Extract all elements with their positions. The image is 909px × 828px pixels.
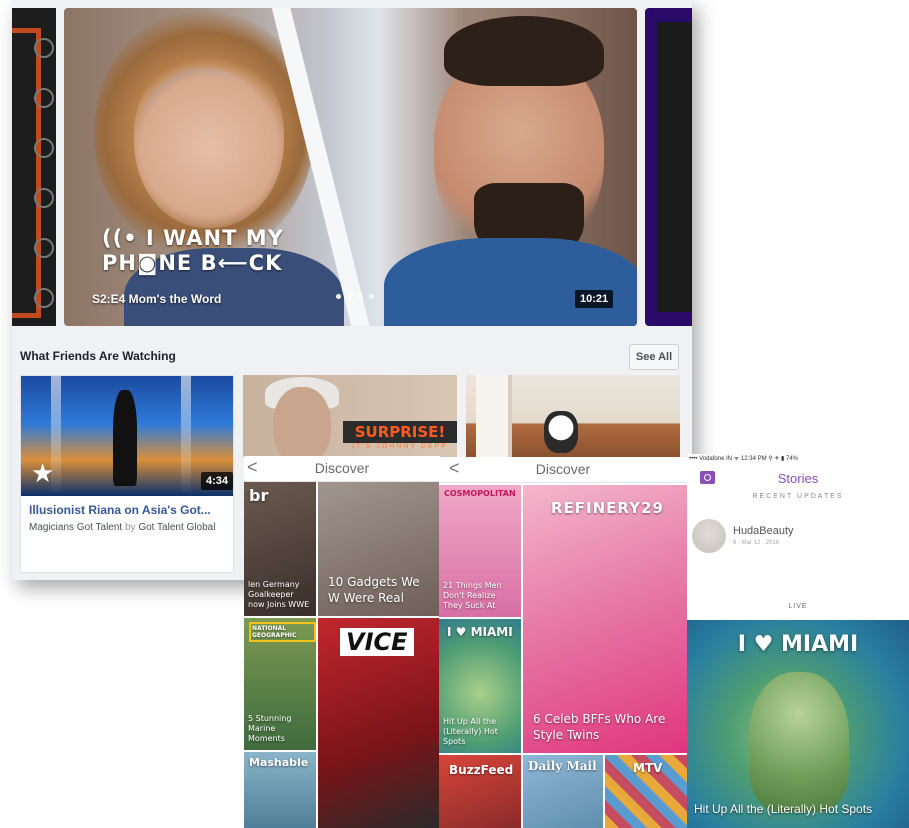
video-thumbnail[interactable]: ★ 4:34 bbox=[21, 376, 233, 496]
live-story-title: I ♥ MIAMI bbox=[737, 632, 859, 657]
baseball-icon bbox=[34, 38, 54, 58]
discover-tile-natgeo[interactable]: NATIONAL GEOGRAPHIC 5 Stunning Marine Mo… bbox=[244, 618, 316, 750]
publisher-logo: REFINERY29 bbox=[551, 499, 664, 517]
carousel-dot[interactable] bbox=[369, 294, 374, 299]
thumb-subtitle: IT'S JOHNNY DEPP bbox=[352, 443, 448, 450]
show-logo-line2: PH◙NE B⟵CK bbox=[102, 251, 283, 275]
tile-headline: 21 Things Men Don't Realize They Suck At bbox=[443, 581, 502, 610]
discover-tile-vice[interactable]: VICE bbox=[318, 618, 440, 828]
publisher-logo: VICE bbox=[340, 628, 414, 656]
section-title: What Friends Are Watching bbox=[20, 349, 176, 363]
baseball-icon bbox=[34, 188, 54, 208]
stories-screen: •••• Vodafone IN ᯤ 12:34 PM ⚲ ✈ ▮ 74% St… bbox=[687, 454, 909, 828]
publisher-logo: Daily Mail bbox=[528, 759, 597, 773]
publisher-logo: MTV bbox=[633, 761, 663, 775]
video-duration: 4:34 bbox=[201, 472, 233, 490]
live-story-tile[interactable]: I ♥ MIAMI Hit Up All the (Literally) Hot… bbox=[687, 620, 909, 828]
show-logo: ((• I WANT MY PH◙NE B⟵CK bbox=[102, 226, 284, 276]
carousel-dot[interactable] bbox=[336, 294, 341, 299]
performer-figure bbox=[113, 390, 137, 486]
actor-hair bbox=[444, 16, 604, 86]
baseball-icon bbox=[34, 238, 54, 258]
discover-tile-cosmopolitan[interactable]: COSMOPOLITAN 21 Things Men Don't Realize… bbox=[439, 485, 521, 617]
dog bbox=[544, 411, 578, 453]
publisher-logo: I ♥ MIAMI bbox=[447, 625, 513, 639]
hero-duration: 10:21 bbox=[575, 290, 614, 308]
video-channel-link[interactable]: Got Talent Global bbox=[138, 522, 215, 533]
discover-tile-buzzfeed[interactable]: BuzzFeed bbox=[439, 755, 521, 828]
discover-tile-dailymail[interactable]: Daily Mail bbox=[523, 755, 603, 828]
discover-tile-mtv[interactable]: MTV bbox=[605, 755, 687, 828]
baseball-icon bbox=[34, 88, 54, 108]
tile-headline: 10 Gadgets We W Were Real bbox=[328, 575, 420, 605]
status-bar: •••• Vodafone IN ᯤ 12:34 PM ⚲ ✈ ▮ 74% bbox=[689, 456, 798, 462]
discover-screen-a: < Discover br len Germany Goalkeeper now… bbox=[244, 456, 440, 828]
hero-next-slide[interactable] bbox=[645, 8, 692, 326]
tile-headline: 5 Stunning Marine Moments bbox=[248, 714, 292, 743]
video-page-link[interactable]: Magicians Got Talent bbox=[29, 522, 122, 533]
discover-header: < Discover bbox=[244, 456, 440, 482]
thumb-title: SURPRISE! bbox=[343, 421, 457, 443]
video-by-label: by bbox=[124, 522, 136, 533]
show-logo-line1: ((• I WANT MY bbox=[102, 226, 284, 250]
publisher-logo: NATIONAL GEOGRAPHIC bbox=[249, 622, 316, 642]
video-thumbnail[interactable] bbox=[466, 375, 680, 457]
video-title[interactable]: Illusionist Riana on Asia's Got... bbox=[21, 496, 233, 517]
tile-headline: len Germany Goalkeeper now Joins WWE bbox=[248, 580, 310, 609]
publisher-logo: BuzzFeed bbox=[449, 763, 514, 777]
hero-video[interactable]: ((• I WANT MY PH◙NE B⟵CK S2:E4 Mom's the… bbox=[64, 8, 637, 326]
video-card[interactable]: ★ 4:34 Illusionist Riana on Asia's Got..… bbox=[20, 375, 234, 573]
live-story-caption: Hit Up All the (Literally) Hot Spots bbox=[694, 802, 873, 816]
discover-tile-gadgets[interactable]: 10 Gadgets We W Were Real bbox=[318, 482, 440, 616]
video-meta: Magicians Got Talent by Got Talent Globa… bbox=[21, 517, 233, 533]
recent-updates-label: RECENT UPDATES bbox=[752, 493, 844, 500]
episode-title[interactable]: S2:E4 Mom's the Word bbox=[92, 292, 221, 306]
actress-face bbox=[134, 48, 284, 228]
discover-title: Discover bbox=[314, 460, 370, 476]
collage: ((• I WANT MY PH◙NE B⟵CK S2:E4 Mom's the… bbox=[0, 0, 909, 828]
avatar[interactable] bbox=[692, 519, 726, 553]
baseball-icon bbox=[34, 138, 54, 158]
stories-title: Stories bbox=[777, 471, 819, 486]
statue-figure bbox=[749, 672, 849, 812]
carousel-dot[interactable] bbox=[347, 294, 352, 299]
discover-tile-mashable[interactable]: Mashable bbox=[244, 752, 316, 828]
see-all-button[interactable]: See All bbox=[629, 344, 679, 370]
discover-tile-miami[interactable]: I ♥ MIAMI Hit Up All the (Literally) Hot… bbox=[439, 619, 521, 753]
discover-header: < Discover bbox=[439, 457, 687, 483]
hero-prev-slide[interactable] bbox=[12, 8, 56, 326]
publisher-logo: COSMOPOLITAN bbox=[444, 489, 516, 498]
discover-tile-refinery29[interactable]: REFINERY29 6 Celeb BFFs Who Are Style Tw… bbox=[523, 485, 687, 753]
door bbox=[476, 375, 512, 457]
video-thumbnail[interactable]: SURPRISE! IT'S JOHNNY DEPP bbox=[243, 375, 457, 457]
story-name[interactable]: HudaBeauty bbox=[733, 525, 794, 537]
story-time: 8 · Mar 12 · 2016 bbox=[733, 540, 780, 546]
baseball-icon bbox=[34, 288, 54, 308]
tile-headline: Hit Up All the (Literally) Hot Spots bbox=[443, 717, 498, 746]
discover-title: Discover bbox=[535, 461, 591, 477]
tile-headline: 6 Celeb BFFs Who Are Style Twins bbox=[533, 712, 666, 742]
stage-light bbox=[181, 376, 191, 496]
publisher-logo: Mashable bbox=[249, 756, 309, 769]
discover-screen-b: < Discover COSMOPOLITAN 21 Things Men Do… bbox=[439, 457, 687, 828]
person-face bbox=[273, 387, 331, 457]
carousel-dot[interactable] bbox=[358, 294, 363, 299]
live-label: LIVE bbox=[788, 603, 808, 610]
actor-shirt bbox=[384, 238, 637, 326]
publisher-logo: br bbox=[249, 486, 269, 505]
carousel-dots bbox=[336, 294, 374, 299]
star-icon: ★ bbox=[31, 458, 55, 488]
discover-tile-br[interactable]: br len Germany Goalkeeper now Joins WWE bbox=[244, 482, 316, 616]
